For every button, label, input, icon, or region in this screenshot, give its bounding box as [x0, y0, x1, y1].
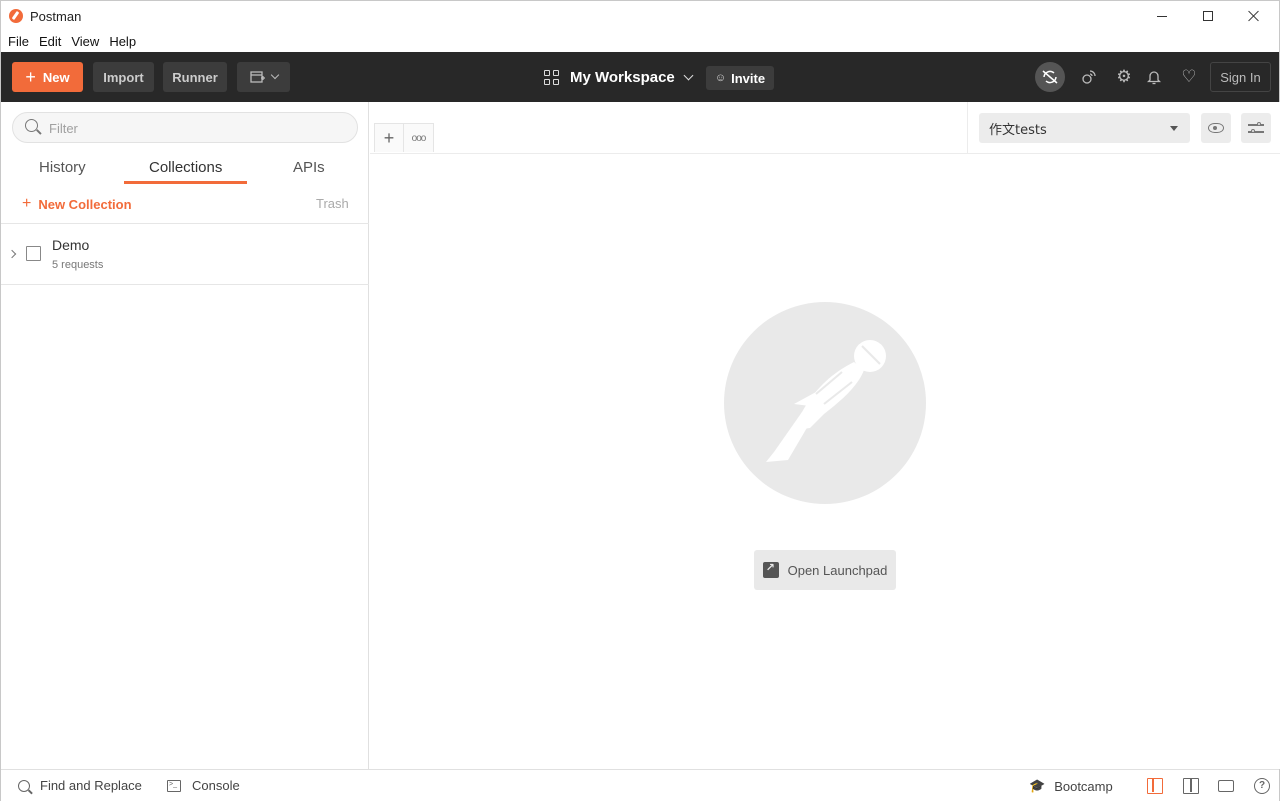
new-button[interactable]: + New — [12, 62, 83, 92]
divider — [1, 284, 369, 285]
postman-window: Postman File Edit View Help + New Import… — [0, 0, 1280, 801]
toggle-sidebar-icon[interactable] — [1147, 778, 1163, 794]
console-label: Console — [192, 778, 240, 793]
menu-view[interactable]: View — [71, 32, 99, 52]
minimize-icon — [1157, 15, 1167, 17]
collection-request-count: 5 requests — [52, 259, 104, 271]
two-pane-view-icon[interactable] — [1183, 778, 1199, 794]
tab-options-button[interactable]: ooo — [404, 123, 434, 152]
bootcamp-button[interactable]: 🎓 Bootcamp — [1029, 778, 1113, 794]
environment-area: 作文tests — [967, 102, 1280, 154]
maximize-icon — [1203, 11, 1213, 21]
plus-icon: + — [25, 67, 36, 87]
open-launchpad-button[interactable]: Open Launchpad — [754, 550, 896, 590]
external-link-icon — [762, 561, 779, 578]
menu-file[interactable]: File — [8, 32, 29, 52]
postman-logo-icon — [9, 9, 23, 23]
tab-history[interactable]: History — [39, 159, 86, 176]
header-toolbar: + New Import Runner My Workspace ☺ Invit… — [1, 52, 1279, 102]
keyboard-shortcuts-icon[interactable] — [1218, 780, 1234, 792]
open-new-window-button[interactable] — [237, 62, 290, 92]
search-icon — [18, 779, 30, 792]
menu-bar: File Edit View Help — [1, 32, 146, 52]
collection-folder-icon — [26, 246, 41, 261]
interceptor-button[interactable] — [1074, 62, 1104, 92]
grid-icon — [544, 69, 559, 85]
minimize-button[interactable] — [1139, 1, 1185, 31]
astronaut-icon — [766, 340, 886, 462]
find-replace-label: Find and Replace — [40, 778, 142, 793]
notifications-button[interactable] — [1139, 62, 1169, 92]
new-button-label: New — [42, 69, 70, 85]
filter-input[interactable] — [49, 118, 339, 138]
status-bar: Find and Replace >_ Console 🎓 Bootcamp ? — [1, 769, 1279, 801]
chevron-right-icon[interactable] — [7, 249, 17, 259]
collection-item[interactable]: Demo 5 requests — [1, 224, 369, 285]
environment-value: 作文tests — [989, 122, 1047, 138]
invite-label: Invite — [731, 70, 766, 86]
add-person-icon: ☺ — [714, 72, 727, 84]
chevron-down-icon — [270, 70, 279, 80]
runner-button[interactable]: Runner — [163, 62, 227, 92]
sync-off-icon — [1042, 70, 1058, 84]
chevron-down-icon — [683, 70, 694, 80]
favorites-button[interactable]: ♡ — [1174, 62, 1204, 92]
settings-button[interactable]: ⚙ — [1109, 62, 1139, 92]
bootcamp-label: Bootcamp — [1054, 778, 1113, 794]
sign-in-button[interactable]: Sign In — [1210, 62, 1271, 92]
caret-down-icon — [1170, 126, 1178, 131]
sync-status-icon[interactable] — [1035, 62, 1065, 92]
plus-icon: + — [22, 195, 32, 212]
filter-field[interactable] — [12, 112, 358, 143]
environment-quick-look-button[interactable] — [1201, 113, 1231, 143]
main-panel: + ooo 作文tests ↗ Open Launchpad — [370, 102, 1280, 769]
request-tab-bar: + ooo 作文tests — [370, 102, 1280, 154]
manage-environments-button[interactable] — [1241, 113, 1271, 143]
console-button[interactable]: >_ Console — [167, 778, 240, 793]
graduation-cap-icon: 🎓 — [1029, 778, 1046, 793]
invite-button[interactable]: ☺ Invite — [706, 66, 774, 90]
maximize-button[interactable] — [1185, 1, 1231, 31]
environment-select[interactable]: 作文tests — [979, 113, 1190, 143]
window-title: Postman — [30, 9, 82, 24]
import-button[interactable]: Import — [93, 62, 154, 92]
menu-help[interactable]: Help — [109, 32, 136, 52]
eye-icon — [1208, 123, 1224, 133]
plus-icon: + — [383, 127, 395, 148]
new-window-icon — [249, 71, 265, 83]
help-icon[interactable]: ? — [1254, 778, 1270, 794]
open-launchpad-label: Open Launchpad — [787, 562, 888, 578]
new-collection-label: New Collection — [38, 196, 132, 212]
collection-name: Demo — [52, 237, 90, 253]
close-button[interactable] — [1231, 1, 1277, 31]
sidebar: History Collections APIs + New Collectio… — [1, 102, 369, 769]
bell-icon — [1147, 71, 1161, 85]
new-tab-button[interactable]: + — [374, 123, 404, 152]
console-icon: >_ — [167, 779, 181, 792]
sliders-icon — [1248, 122, 1264, 134]
satellite-icon — [1082, 70, 1096, 84]
search-icon — [25, 119, 38, 132]
tab-apis[interactable]: APIs — [293, 159, 325, 176]
gear-icon: ⚙ — [1116, 67, 1132, 86]
sidebar-tabs: History Collections APIs — [1, 152, 369, 184]
more-icon: ooo — [411, 132, 427, 144]
workspace-selector[interactable]: My Workspace — [544, 66, 694, 88]
workspace-label: My Workspace — [570, 68, 675, 86]
postman-astronaut-logo — [724, 302, 926, 504]
tab-collections[interactable]: Collections — [149, 159, 222, 176]
trash-link[interactable]: Trash — [316, 196, 349, 211]
title-bar: Postman — [1, 1, 1279, 31]
menu-edit[interactable]: Edit — [39, 32, 61, 52]
heart-icon: ♡ — [1181, 67, 1197, 86]
find-replace-button[interactable]: Find and Replace — [18, 778, 142, 793]
close-icon — [1248, 10, 1260, 22]
new-collection-button[interactable]: + New Collection — [22, 195, 132, 213]
active-tab-indicator — [124, 181, 247, 184]
